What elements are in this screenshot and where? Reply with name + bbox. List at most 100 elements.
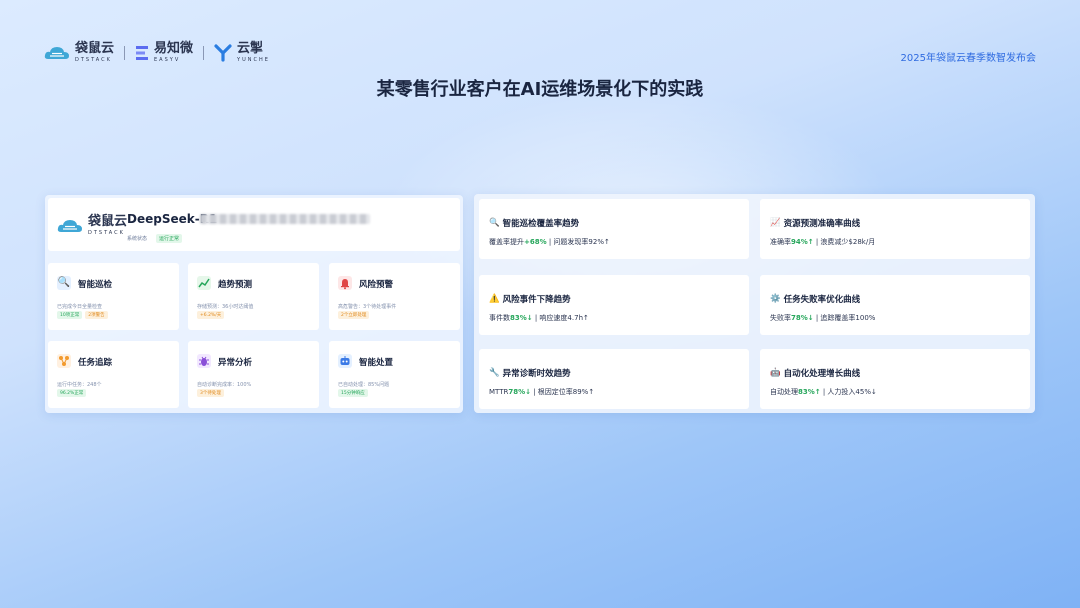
feature-desc: 高危警告：3个待处理事件 <box>338 304 397 310</box>
feature-tags: +6.2%/天 <box>197 311 225 319</box>
chart-up-icon: 📈 <box>770 218 781 228</box>
metric-highlight: 78%↓ <box>508 388 531 396</box>
feature-tags: 3个待处理 <box>197 389 224 397</box>
metric-label: 事件数 <box>489 314 510 322</box>
model-header-card: 袋鼠云 DTSTACK DeepSeek-R1 系统状态 运行正常 <box>48 198 460 251</box>
metric-detail: | 根因定位率89%↑ <box>530 388 595 396</box>
bell-icon <box>338 276 352 290</box>
feature-desc: 自动诊断完成率：100% <box>197 382 252 388</box>
feature-name: 智能巡检 <box>78 280 113 290</box>
redacted-text <box>200 214 370 224</box>
metrics-panel: 🔍 智能巡检覆盖率趋势 覆盖率提升+68% | 问题发现率92%↑ 📈 资源预测准确… <box>474 194 1035 413</box>
metric-label: 准确率 <box>770 238 791 246</box>
metric-detail: | 问题发现率92%↑ <box>546 238 610 246</box>
feature-tags: 10项正常 2项警告 <box>57 311 108 319</box>
metric-title: 任务失败率优化曲线 <box>783 295 861 305</box>
metric-label: 自动处理 <box>770 388 798 396</box>
metric-card[interactable]: ⚠️ 风险事件下降趋势 事件数83%↓ | 响应速度4.7h↑ <box>479 275 749 335</box>
easyv-logo-icon <box>136 45 149 60</box>
assistant-panel: 袋鼠云 DTSTACK DeepSeek-R1 系统状态 运行正常 🔍 智能巡检… <box>45 195 463 413</box>
metric-detail: | 追踪覆盖率100% <box>813 314 876 322</box>
partner-logos: 袋鼠云 DTSTACK 易知微 EASYV 云掣 YUNCHE <box>44 42 270 63</box>
metric-card[interactable]: 🤖 自动化处理增长曲线 自动处理83%↑ | 人力投入45%↓ <box>760 349 1030 409</box>
tag: 3个待处理 <box>197 389 224 397</box>
page-title: 某零售行业客户在AI运维场景化下的实践 <box>376 79 704 100</box>
robot-icon <box>338 354 352 368</box>
metric-title: 自动化处理增长曲线 <box>783 369 861 379</box>
metric-highlight: +68% <box>524 238 547 246</box>
feature-desc: 已完成今日全量检查 <box>57 304 103 310</box>
metric-label: 覆盖率提升 <box>489 238 524 246</box>
logo-name: 易知微 <box>154 41 194 56</box>
divider <box>124 45 126 60</box>
tag: 10项正常 <box>57 311 83 319</box>
wrench-icon: 🔧 <box>489 368 500 378</box>
brand-name: 袋鼠云 <box>88 214 128 229</box>
tag: 15分钟响应 <box>338 389 368 397</box>
metric-highlight: 83%↑ <box>798 388 821 396</box>
metric-detail: | 响应速度4.7h↑ <box>532 314 589 322</box>
feature-name: 任务追踪 <box>78 358 113 368</box>
metric-card[interactable]: 📈 资源预测准确率曲线 准确率94%↑ | 浪费减少$28k/月 <box>760 199 1030 259</box>
tag: 2项警告 <box>85 311 108 319</box>
metric-detail: | 浪费减少$28k/月 <box>813 238 876 246</box>
feature-card-risk[interactable]: 风险预警 高危警告：3个待处理事件 2个立即处理 <box>329 263 460 330</box>
metric-title: 风险事件下降趋势 <box>502 295 571 305</box>
feature-card-inspection[interactable]: 🔍 智能巡检 已完成今日全量检查 10项正常 2项警告 <box>48 263 179 330</box>
feature-name: 风险预警 <box>359 280 394 290</box>
divider <box>203 45 205 60</box>
feature-card-auto-handling[interactable]: 智能处置 已自动处理：85%问题 15分钟响应 <box>329 341 460 408</box>
metric-title: 资源预测准确率曲线 <box>783 219 861 229</box>
feature-tags: 2个立即处理 <box>338 311 370 319</box>
logo-sub: EASYV <box>154 57 181 63</box>
flow-icon <box>57 354 71 368</box>
metric-highlight: 83%↓ <box>510 314 533 322</box>
logo-name: 云掣 <box>237 41 264 56</box>
metric-title: 异常诊断时效趋势 <box>502 369 571 379</box>
gear-icon: ⚙️ <box>770 294 781 304</box>
feature-card-forecast[interactable]: 趋势预测 存储预测：36小时达阈值 +6.2%/天 <box>188 263 319 330</box>
feature-name: 趋势预测 <box>218 280 253 290</box>
event-name: 2025年袋鼠云春季数智发布会 <box>900 53 1036 64</box>
warning-icon: ⚠️ <box>489 294 500 304</box>
metric-card[interactable]: 🔍 智能巡检覆盖率趋势 覆盖率提升+68% | 问题发现率92%↑ <box>479 199 749 259</box>
logo-dtstack: 袋鼠云 DTSTACK <box>44 42 114 63</box>
feature-desc: 已自动处理：85%问题 <box>338 382 390 388</box>
feature-name: 异常分析 <box>218 358 253 368</box>
magnifier-icon: 🔍 <box>489 218 500 228</box>
metric-highlight: 94%↑ <box>791 238 814 246</box>
logo-sub: DTSTACK <box>75 57 112 63</box>
metric-label: 失败率 <box>770 314 791 322</box>
yunche-logo-icon <box>214 43 232 62</box>
status-label: 系统状态 <box>127 236 148 242</box>
cloud-logo-icon <box>44 46 69 59</box>
metric-card[interactable]: ⚙️ 任务失败率优化曲线 失败率78%↓ | 追踪覆盖率100% <box>760 275 1030 335</box>
bug-icon <box>197 354 211 368</box>
logo-sub: YUNCHE <box>237 57 270 63</box>
logo-name: 袋鼠云 <box>75 41 115 56</box>
feature-tags: 96.2%正常 <box>57 389 87 397</box>
brand-logo: 袋鼠云 DTSTACK <box>56 215 127 236</box>
feature-desc: 运行中任务：248个 <box>57 382 102 388</box>
metric-detail: | 人力投入45%↓ <box>820 388 877 396</box>
search-icon: 🔍 <box>57 276 71 290</box>
feature-tags: 15分钟响应 <box>338 389 368 397</box>
metric-highlight: 78%↓ <box>791 314 814 322</box>
tag: +6.2%/天 <box>197 311 225 319</box>
chart-icon <box>197 276 211 290</box>
robot-icon: 🤖 <box>770 368 781 378</box>
feature-card-anomaly[interactable]: 异常分析 自动诊断完成率：100% 3个待处理 <box>188 341 319 408</box>
metric-label: MTTR <box>489 388 509 396</box>
feature-name: 智能处置 <box>359 358 394 368</box>
tag: 2个立即处理 <box>338 311 370 319</box>
tag: 96.2%正常 <box>57 389 87 397</box>
feature-card-tracking[interactable]: 任务追踪 运行中任务：248个 96.2%正常 <box>48 341 179 408</box>
status-badge: 运行正常 <box>156 234 183 243</box>
metric-card[interactable]: 🔧 异常诊断时效趋势 MTTR78%↓ | 根因定位率89%↑ <box>479 349 749 409</box>
logo-yunche: 云掣 YUNCHE <box>214 42 270 63</box>
logo-easyv: 易知微 EASYV <box>135 42 193 63</box>
feature-desc: 存储预测：36小时达阈值 <box>197 304 254 310</box>
cloud-logo-icon <box>57 219 82 232</box>
metric-title: 智能巡检覆盖率趋势 <box>502 219 580 229</box>
brand-sub: DTSTACK <box>88 230 125 236</box>
